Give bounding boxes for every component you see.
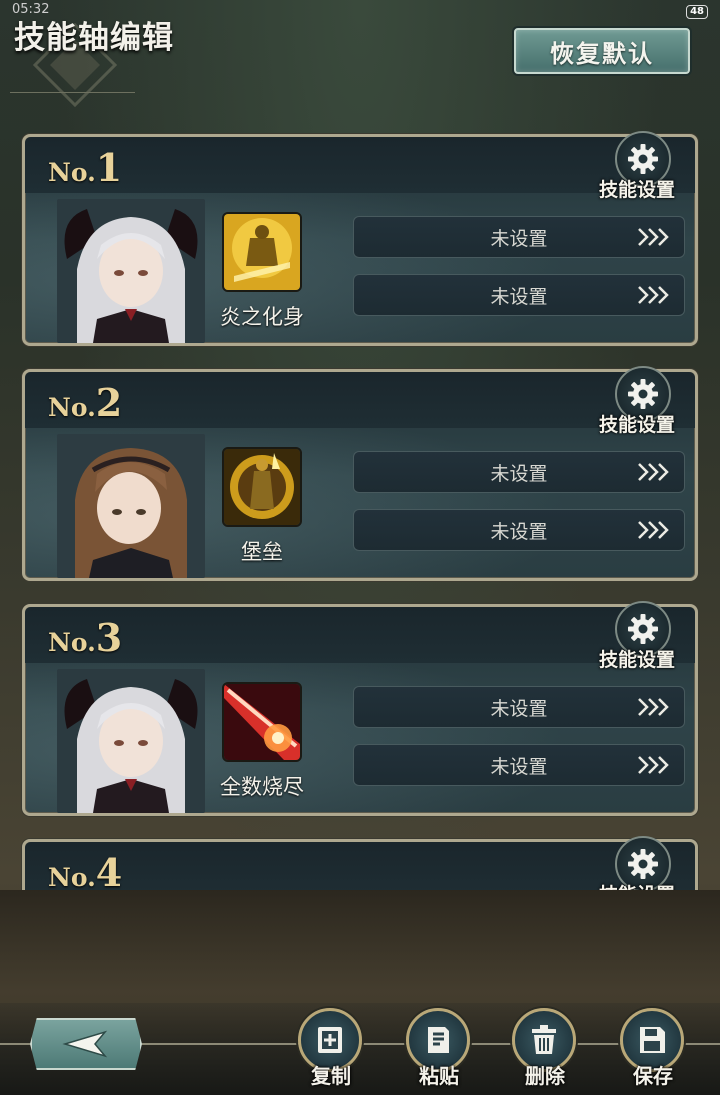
title-divider — [10, 92, 135, 93]
back-button[interactable] — [30, 1018, 142, 1070]
gear-icon — [628, 614, 658, 644]
slot-card-1: No.1 技能设置 炎之化身 未设置 未设置 — [22, 131, 698, 346]
skill-name: 炎之化身 — [220, 305, 304, 329]
save-button[interactable]: 保存 — [618, 1008, 688, 1094]
sub-skill-status: 未设置 — [490, 285, 548, 308]
slot-number: No.3 — [48, 615, 123, 660]
gear-icon — [628, 144, 658, 174]
slot-number: No.2 — [48, 380, 123, 425]
sub-skill-status: 未设置 — [490, 755, 548, 778]
copy-label: 复制 — [311, 1064, 351, 1088]
paste-button[interactable]: 粘贴 — [404, 1008, 474, 1094]
floppy-disk-icon — [640, 1027, 665, 1053]
delete-label: 删除 — [525, 1064, 565, 1088]
gear-icon — [628, 849, 658, 879]
delete-button[interactable]: 删除 — [510, 1008, 580, 1094]
slot-number: No.1 — [48, 145, 123, 190]
triple-chevron-right-icon — [638, 228, 669, 246]
skill-settings-label[interactable]: 技能设置 — [599, 175, 675, 202]
gear-icon — [628, 379, 658, 409]
skill-icon[interactable] — [222, 447, 302, 527]
character-portrait[interactable] — [57, 434, 205, 578]
sub-skill-row-1[interactable]: 未设置 — [353, 216, 685, 258]
slot-card-2: No.2 技能设置 堡垒 未设置 未设置 — [22, 366, 698, 581]
sub-skill-status: 未设置 — [490, 520, 548, 543]
trash-icon — [532, 1025, 556, 1054]
paste-icon — [428, 1027, 449, 1053]
slot-header — [25, 372, 695, 428]
skill-settings-label[interactable]: 技能设置 — [599, 645, 675, 672]
back-arrow-icon — [62, 1030, 108, 1058]
triple-chevron-right-icon — [638, 698, 669, 716]
character-portrait[interactable] — [57, 199, 205, 343]
sub-skill-row-2[interactable]: 未设置 — [353, 744, 685, 786]
paste-label: 粘贴 — [419, 1064, 459, 1088]
copy-icon — [318, 1027, 342, 1053]
triple-chevron-right-icon — [638, 521, 669, 539]
skill-settings-label[interactable]: 技能设置 — [599, 880, 675, 890]
page-title: 技能轴编辑 — [14, 20, 174, 56]
sub-skill-status: 未设置 — [490, 227, 548, 250]
triple-chevron-right-icon — [638, 463, 669, 481]
skill-icon[interactable] — [222, 682, 302, 762]
slot-header — [25, 607, 695, 663]
sub-skill-row-2[interactable]: 未设置 — [353, 509, 685, 551]
save-label: 保存 — [633, 1064, 673, 1088]
triple-chevron-right-icon — [638, 286, 669, 304]
reset-default-button[interactable]: 恢复默认 — [514, 28, 690, 74]
copy-button[interactable]: 复制 — [296, 1008, 366, 1094]
sub-skill-row-2[interactable]: 未设置 — [353, 274, 685, 316]
skill-name: 堡垒 — [241, 540, 283, 564]
triple-chevron-right-icon — [638, 756, 669, 774]
skill-icon[interactable] — [222, 212, 302, 292]
slot-list[interactable]: No.1 技能设置 炎之化身 未设置 未设置 No.2 技能设置 堡垒 未设置 … — [0, 118, 720, 890]
sub-skill-row-1[interactable]: 未设置 — [353, 451, 685, 493]
sub-skill-status: 未设置 — [490, 462, 548, 485]
skill-name: 全数烧尽 — [220, 775, 304, 799]
character-portrait[interactable] — [57, 669, 205, 813]
slot-header — [25, 137, 695, 193]
battery-indicator: 48 — [686, 5, 708, 19]
sub-skill-row-1[interactable]: 未设置 — [353, 686, 685, 728]
slot-card-3: No.3 技能设置 全数烧尽 未设置 未设置 — [22, 601, 698, 816]
sub-skill-status: 未设置 — [490, 697, 548, 720]
slot-header — [25, 842, 695, 890]
slot-number: No.4 — [48, 850, 123, 890]
slot-card-4: No.4 技能设置 — [22, 836, 698, 890]
skill-settings-label[interactable]: 技能设置 — [599, 410, 675, 437]
